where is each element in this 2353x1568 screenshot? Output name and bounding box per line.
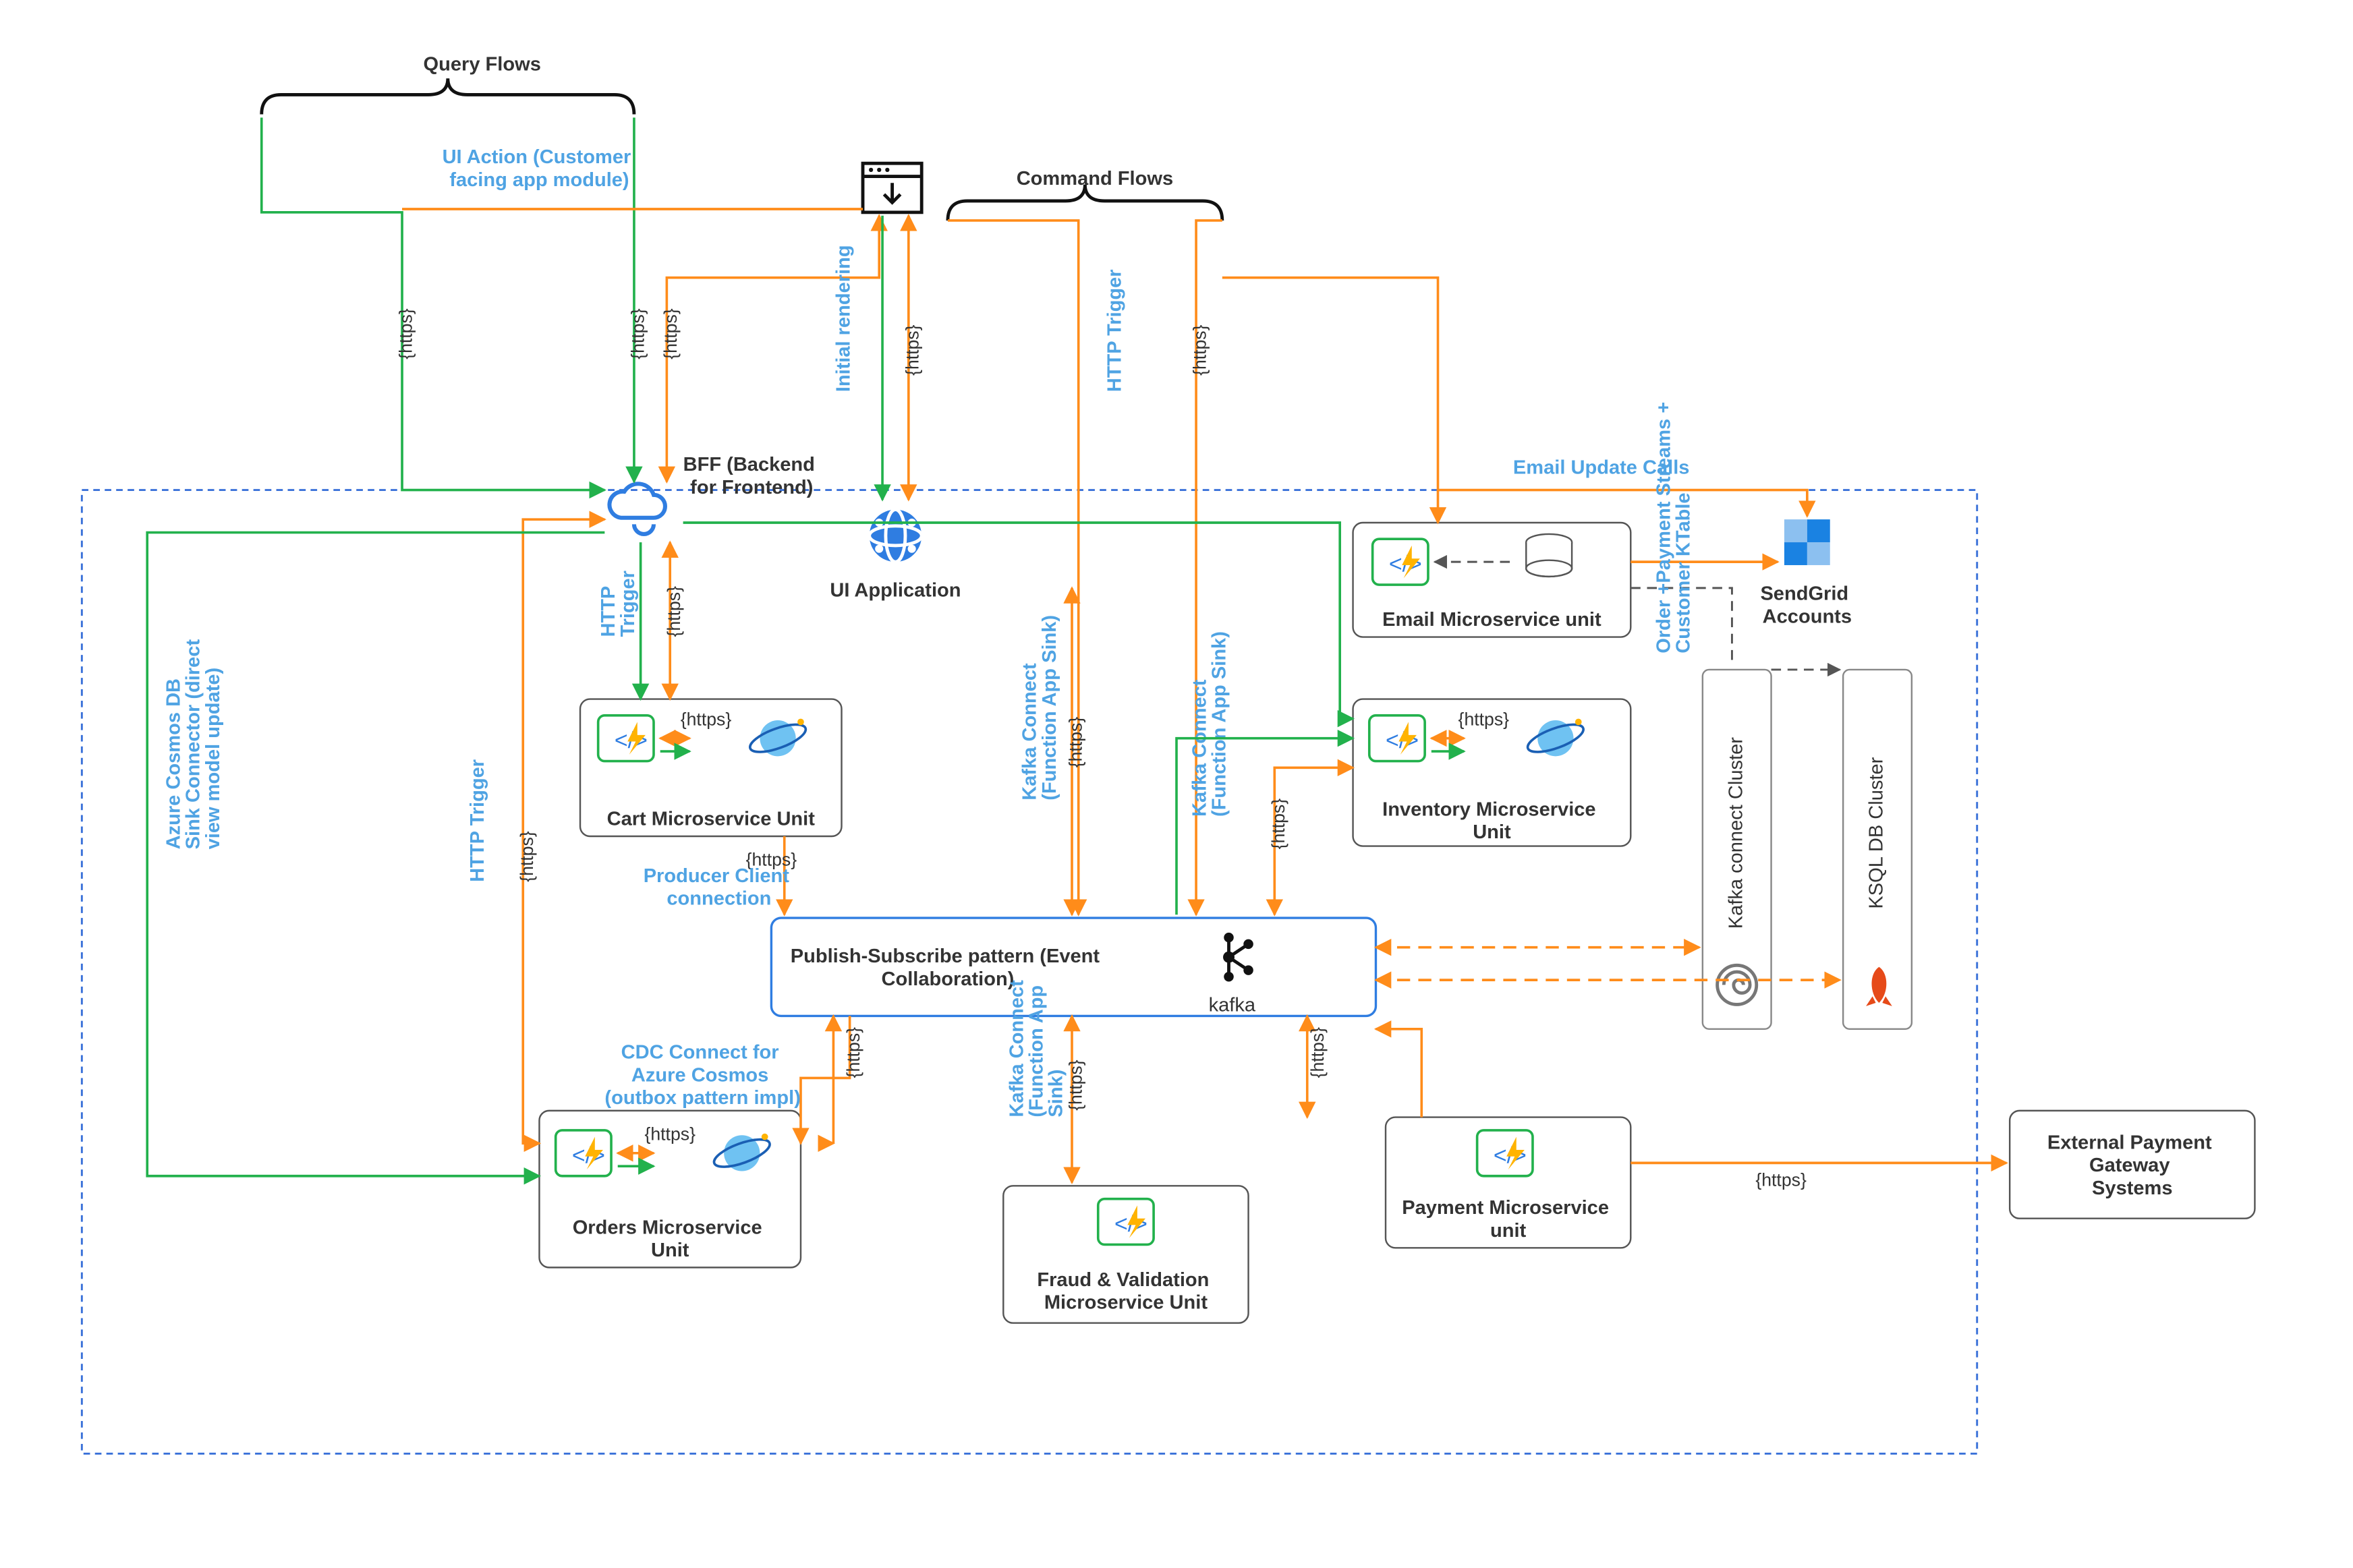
lbl-https-pp: {https} xyxy=(1307,1027,1328,1078)
svg-text:{https}: {https} xyxy=(644,1124,696,1144)
svg-text:{https}: {https} xyxy=(1458,709,1510,729)
brace-query xyxy=(262,78,634,114)
lbl-https-pi: {https} xyxy=(1268,798,1288,850)
bff-cloud-icon xyxy=(609,484,664,534)
edge-email-update xyxy=(1222,278,1807,517)
kafka-connect-cluster: Kafka connect Cluster xyxy=(1703,670,1771,1029)
edge-payment-pubsub-up xyxy=(1376,1029,1421,1117)
svg-text:Email Microservice unit: Email Microservice unit xyxy=(1382,609,1601,631)
lbl-https-pe: {https} xyxy=(1755,1169,1807,1190)
lbl-producer-client: Producer Client connection xyxy=(644,865,795,910)
lbl-initial-rendering: Initial rendering xyxy=(833,245,855,392)
lbl-https-mid: {https} xyxy=(1066,717,1086,768)
svg-text:Cart Microservice Unit: Cart Microservice Unit xyxy=(607,808,816,830)
lbl-https-b1: {https} xyxy=(660,308,681,359)
architecture-diagram: </> xyxy=(0,0,2353,1568)
title-command-flows: Command Flows xyxy=(1017,168,1173,190)
label-ui-action: UI Action (Customer facing app module) xyxy=(443,146,637,191)
lbl-order-payment-ktable: Order +Payment Streams + Customer KTable xyxy=(1653,397,1694,654)
lbl-https-pf: {https} xyxy=(1066,1059,1086,1111)
lbl-kc-mid: Kafka Connect (Function App Sink) xyxy=(1019,615,1060,801)
lbl-http-trigger-cart: HTTP Trigger xyxy=(598,571,639,637)
lbl-http-trigger-cmd: HTTP Trigger xyxy=(1104,269,1126,392)
email-microservice: Email Microservice unit xyxy=(1353,523,1631,637)
ui-app-icon xyxy=(870,510,922,562)
edge-bff-inventory xyxy=(683,523,1353,719)
lbl-cdc-outbox: CDC Connect for Azure Cosmos (outbox pat… xyxy=(604,1041,800,1109)
title-query-flows: Query Flows xyxy=(424,54,541,76)
external-payment-gateway: External Payment Gateway Systems xyxy=(2010,1111,2255,1219)
lbl-https-u1: {https} xyxy=(902,324,922,376)
sendgrid-accounts: SendGrid Accounts xyxy=(1760,519,1854,627)
label-bff: BFF (Backend for Frontend) xyxy=(683,454,820,498)
pubsub-kafka: Publish-Subscribe pattern (Event Collabo… xyxy=(771,918,1376,1016)
svg-text:KSQL DB Cluster: KSQL DB Cluster xyxy=(1866,757,1888,908)
inventory-microservice: {https} Inventory Microservice Unit xyxy=(1353,699,1631,846)
orders-microservice: {https} Orders Microservice Unit xyxy=(539,1111,801,1268)
label-ui-app: UI Application xyxy=(830,579,961,601)
lbl-https-bo: {https} xyxy=(517,831,537,882)
ksql-db-cluster: KSQL DB Cluster xyxy=(1843,670,1912,1029)
lbl-https-c2: {https} xyxy=(1190,324,1210,376)
lbl-https-qr: {https} xyxy=(627,308,648,359)
svg-text:Fraud & Validation Micro: Fraud & Validation Microservice Unit xyxy=(1037,1269,1214,1313)
lbl-https-ql: {https} xyxy=(396,308,416,359)
svg-text:{https}: {https} xyxy=(681,709,732,729)
lbl-cosmos-sink: Azure Cosmos DB Sink Connector (direct v… xyxy=(163,634,224,850)
payment-microservice: Payment Microservice unit xyxy=(1386,1117,1631,1248)
lbl-http-trigger-orders: HTTP Trigger xyxy=(467,759,488,882)
svg-text:kafka: kafka xyxy=(1209,995,1256,1016)
lbl-https-bc: {https} xyxy=(664,586,684,637)
lbl-https-po: {https} xyxy=(843,1027,863,1078)
fraud-validation-microservice: Fraud & Validation Microservice Unit xyxy=(1003,1186,1248,1323)
ui-action-icon xyxy=(863,163,922,212)
edge-cmd-left xyxy=(948,221,1079,914)
edge-pubsub-orders2 xyxy=(801,1016,850,1143)
brace-command xyxy=(948,185,1222,221)
svg-text:Kafka connect Cluster: Kafka connect Cluster xyxy=(1725,737,1747,929)
svg-text:SendGrid Accounts: SendGrid Accounts xyxy=(1760,583,1854,627)
cart-microservice: {https} Cart Microservice Unit xyxy=(580,699,842,836)
